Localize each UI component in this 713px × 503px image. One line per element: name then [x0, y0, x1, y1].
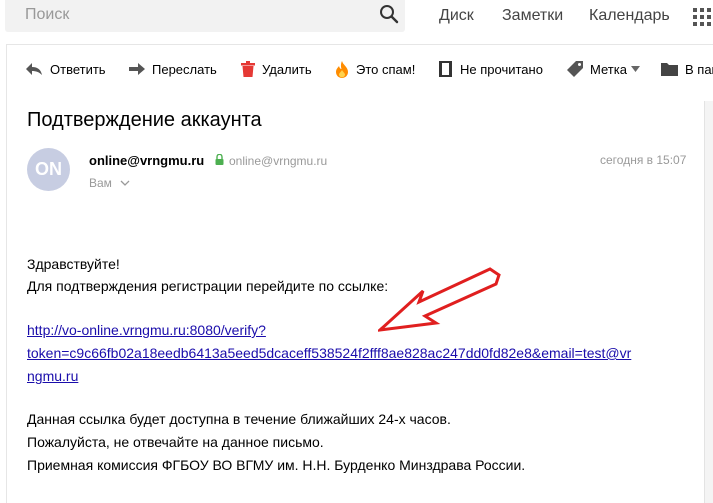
mark-unread-button[interactable]: Не прочитано	[438, 59, 543, 79]
reply-button[interactable]: Ответить	[25, 59, 106, 79]
reply-label: Ответить	[50, 61, 106, 77]
recipient-toggle[interactable]: Вам	[89, 176, 130, 190]
search-input[interactable]	[23, 4, 357, 26]
secure-lock-icon	[215, 154, 224, 165]
service-link-notes[interactable]: Заметки	[502, 7, 563, 25]
avatar-initials: ON	[35, 159, 62, 179]
service-link-disk[interactable]: Диск	[439, 7, 474, 25]
move-to-folder-button[interactable]: В пап	[661, 59, 713, 79]
label-button[interactable]: Метка	[567, 59, 640, 79]
top-bar: Диск Заметки Календарь	[0, 0, 713, 36]
body-notice-line-2: Пожалуйста, не отвечайте на данное письм…	[27, 434, 324, 450]
delete-button[interactable]: Удалить	[241, 59, 312, 79]
reply-icon	[26, 63, 42, 75]
search-icon[interactable]	[379, 4, 399, 24]
sender-name[interactable]: online@vrngmu.ru	[89, 153, 204, 168]
message-subject: Подтверждение аккаунта	[27, 109, 262, 131]
fire-icon	[336, 60, 348, 78]
move-to-folder-label: В пап	[685, 61, 713, 77]
forward-button[interactable]: Переслать	[129, 59, 217, 79]
sender-email[interactable]: online@vrngmu.ru	[229, 154, 327, 168]
recipient-label: Вам	[89, 176, 112, 190]
folder-icon	[661, 63, 678, 76]
spam-label: Это спам!	[356, 61, 416, 77]
verify-link-line-3[interactable]: ngmu.ru	[27, 368, 78, 384]
service-link-calendar[interactable]: Календарь	[589, 7, 670, 25]
body-notice-line-3: Приемная комиссия ФГБОУ ВО ВГМУ им. Н.Н.…	[27, 457, 526, 473]
body-notice-line-1: Данная ссылка будет доступна в течение б…	[27, 411, 451, 427]
message-pane: Ответить Переслать Удалить Это спам! Не …	[6, 44, 713, 503]
verify-link-line-1[interactable]: http://vo-online.vrngmu.ru:8080/verify?	[27, 322, 266, 338]
envelope-unread-icon	[439, 61, 452, 77]
body-instruction: Для подтверждения регистрации перейдите …	[27, 278, 389, 294]
search-box[interactable]	[5, 0, 405, 32]
trash-icon	[241, 61, 255, 77]
label-label: Метка	[590, 61, 627, 77]
body-greeting: Здравствуйте!	[27, 256, 120, 272]
message-date: сегодня в 15:07	[600, 153, 687, 167]
verify-link-line-2[interactable]: token=c9c66fb02a18eedb6413a5eed5dcaceff5…	[27, 345, 631, 361]
red-arrow-annotation	[378, 267, 501, 332]
spam-button[interactable]: Это спам!	[335, 59, 415, 79]
sender-avatar[interactable]: ON	[27, 148, 70, 191]
scrollbar[interactable]	[704, 101, 713, 503]
tag-icon	[567, 61, 583, 77]
forward-icon	[129, 63, 145, 75]
chevron-down-icon	[120, 180, 130, 186]
mark-unread-label: Не прочитано	[460, 61, 543, 77]
forward-label: Переслать	[152, 61, 217, 77]
delete-label: Удалить	[262, 61, 312, 77]
apps-grid-icon[interactable]	[693, 8, 713, 26]
dropdown-caret-icon	[630, 66, 640, 72]
message-toolbar: Ответить Переслать Удалить Это спам! Не …	[7, 45, 713, 93]
